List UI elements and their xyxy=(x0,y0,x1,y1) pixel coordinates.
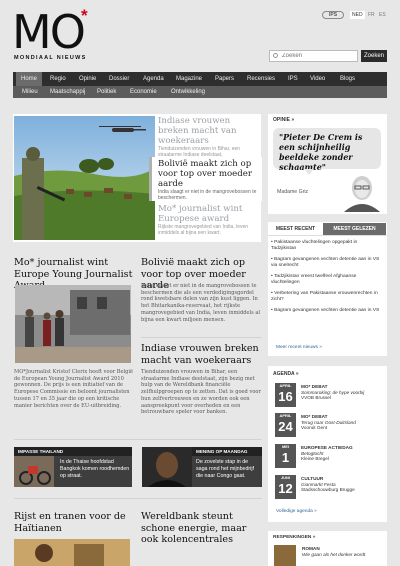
list-item[interactable]: • Bagram gevangenen vechten detentie aan… xyxy=(271,257,383,269)
ips-logo[interactable]: IPS xyxy=(322,11,344,19)
nav-recensies[interactable]: Recensies xyxy=(247,72,275,86)
feature-card[interactable]: MENING OP MAANDAG De zovelste stap in de… xyxy=(142,447,262,487)
primary-nav: Home Regio Opinie Dossier Agenda Magazin… xyxy=(13,72,387,86)
nav-regio[interactable]: Regio xyxy=(50,72,66,86)
feature-text: In de Thaise hoofdstad Bangkok komen roo… xyxy=(60,459,130,479)
list-item-text: Pakistaanse vluchtelingen opgepakt in Ta… xyxy=(271,240,358,251)
agenda-date: APRIL 24 xyxy=(275,413,296,437)
hero-item-summary: Rijkste mangrovegebied van India, leven … xyxy=(158,224,249,236)
secondary-nav: Milieu Maatschappij Politiek Economie On… xyxy=(13,86,387,98)
nav-economie[interactable]: Economie xyxy=(130,86,157,98)
nav-agenda[interactable]: Agenda xyxy=(143,72,164,86)
nav-ips[interactable]: IPS xyxy=(288,72,298,86)
list-item[interactable]: • Bagram gevangenen vechten detentie aan… xyxy=(271,308,383,314)
agenda-date: APRIL 16 xyxy=(275,383,296,407)
logo-tagline: MONDIAAL NIEUWS xyxy=(14,55,87,61)
agenda-date: JUNI 12 xyxy=(275,475,296,499)
list-item-text: Tadzjikistan vreest twelfeel Afghaanse v… xyxy=(271,274,357,285)
hero-item-title: Bolivië maakt zich op voor top over moed… xyxy=(158,159,252,189)
hero-item[interactable]: Mo* journalist wint Europese award Rijks… xyxy=(158,204,258,236)
article-body: India slaagt er niet in de mangrovebosse… xyxy=(141,283,261,323)
hero-image[interactable] xyxy=(14,116,155,240)
article-body: MO*Journalist Kristof Clerix heeft voor … xyxy=(14,369,134,409)
agenda-place: VVOB Brussel xyxy=(301,395,331,401)
article-title[interactable]: Wereldbank steunt schone energie, maar o… xyxy=(141,511,262,546)
lang-fr[interactable]: FR xyxy=(366,11,377,19)
hero-item-summary: India slaagt er niet in de mangrovebosse… xyxy=(158,189,257,201)
agenda-item[interactable]: EUROPESE ACTIEDAG Betogtocht Kleine Breg… xyxy=(301,445,385,462)
nav-ontwikkeling[interactable]: Ontwikkeling xyxy=(171,86,205,98)
hero-item[interactable]: Indiase vrouwen breken macht van woekera… xyxy=(158,116,258,158)
logo-star: * xyxy=(81,6,88,25)
review-title: Wie gaan als het donker wordt xyxy=(302,551,366,557)
tab-meest-gelezen[interactable]: MEEST GELEZEN xyxy=(323,223,386,235)
nav-milieu[interactable]: Milieu xyxy=(22,86,38,98)
feature-label: IMPASSE THAILAND xyxy=(14,447,132,456)
list-item[interactable]: • Pakistaanse vluchtelingen opgepakt in … xyxy=(271,240,383,252)
divider xyxy=(14,439,262,440)
review-item[interactable]: ROMAN Wie gaan als het donker wordt xyxy=(302,546,384,557)
feature-card[interactable]: IMPASSE THAILAND In de Thaise hoofdstad … xyxy=(14,447,132,487)
divider xyxy=(141,337,262,338)
feature-label: MENING OP MAANDAG xyxy=(192,447,262,456)
opinion-heading[interactable]: OPINIE » xyxy=(273,117,294,123)
list-item-text: Bagram gevangenen vechten detentie aan i… xyxy=(274,308,380,313)
hero-item-active[interactable]: Bolivië maakt zich op voor top over moed… xyxy=(152,157,262,201)
nav-papers[interactable]: Papers xyxy=(215,72,234,86)
list-item[interactable]: • Tadzjikistan vreest twelfeel Afghaanse… xyxy=(271,274,383,286)
search-button[interactable]: Zoeken xyxy=(361,50,387,62)
nav-maatschappij[interactable]: Maatschappij xyxy=(50,86,85,98)
article-body: Tienduizenden vrouwen in Bihar, een stra… xyxy=(141,369,261,416)
opinion-quote[interactable]: "Pieter De Crem is een schijnheilig beel… xyxy=(273,128,381,172)
search-input[interactable] xyxy=(269,50,358,62)
article-title[interactable]: Rijst en tranen voor de Haïtianen xyxy=(14,511,134,534)
full-agenda-link[interactable]: Volledige agenda » xyxy=(276,509,317,514)
logo[interactable]: MO xyxy=(12,9,86,55)
nav-home[interactable]: Home xyxy=(16,72,43,86)
agenda-heading[interactable]: AGENDA » xyxy=(273,371,299,377)
divider xyxy=(268,235,387,236)
hero-item-title: Indiase vrouwen breken macht van woekera… xyxy=(158,116,237,146)
author-photo xyxy=(340,172,384,212)
hero-item-title: Mo* journalist wint Europese award xyxy=(158,204,243,224)
lang-ned[interactable]: NED xyxy=(350,11,365,19)
agenda-item[interactable]: MO* DEBAT Terug naar Oost-Duitsland Voor… xyxy=(301,414,385,431)
search-icon xyxy=(273,53,278,58)
agenda-place: Vooruit Gent xyxy=(301,425,328,431)
quote-tail xyxy=(304,169,314,175)
feature-image xyxy=(142,447,192,487)
agenda-place: Kleine Bregel xyxy=(301,456,329,462)
nav-magazine[interactable]: Magazine xyxy=(176,72,202,86)
article-image[interactable] xyxy=(15,285,131,363)
agenda-date: MEI 1 xyxy=(275,444,296,468)
more-recent-link[interactable]: Meer recent nieuws » xyxy=(276,345,322,350)
list-item-text: Bagram gevangenen vechten detentie aan i… xyxy=(271,257,380,268)
list-item-text: Verbetering van Pakistaanse vrouwenrecht… xyxy=(271,291,378,302)
tab-meest-recent[interactable]: MEEST RECENT xyxy=(268,223,323,235)
lang-es[interactable]: ES xyxy=(377,11,388,19)
divider xyxy=(14,498,262,499)
article-title[interactable]: Indiase vrouwen breken macht van woekera… xyxy=(141,343,262,366)
nav-dossier[interactable]: Dossier xyxy=(109,72,129,86)
recent-list: • Pakistaanse vluchtelingen opgepakt in … xyxy=(271,240,383,314)
nav-video[interactable]: Video xyxy=(310,72,325,86)
feature-image xyxy=(14,456,54,487)
article-image[interactable] xyxy=(14,539,130,566)
agenda-item[interactable]: MO* DEBAT Sommaroking: de hype voorbij V… xyxy=(301,384,385,401)
feature-text: De zovelste stap in de saga rond het mij… xyxy=(196,459,255,479)
nav-opinie[interactable]: Opinie xyxy=(79,72,96,86)
list-item[interactable]: • Verbetering van Pakistaanse vrouwenrec… xyxy=(271,291,383,303)
book-cover xyxy=(274,545,296,566)
agenda-place: Stadsschouwburg Brugge xyxy=(301,487,355,493)
opinion-author: Madame Griz xyxy=(277,189,309,195)
nav-blogs[interactable]: Blogs xyxy=(340,72,355,86)
reviews-heading[interactable]: RESPENKINGEN » xyxy=(273,535,315,540)
nav-politiek[interactable]: Politiek xyxy=(97,86,116,98)
agenda-item[interactable]: CULTUUR Gianmarkt Festa Stadsschouwburg … xyxy=(301,476,385,493)
